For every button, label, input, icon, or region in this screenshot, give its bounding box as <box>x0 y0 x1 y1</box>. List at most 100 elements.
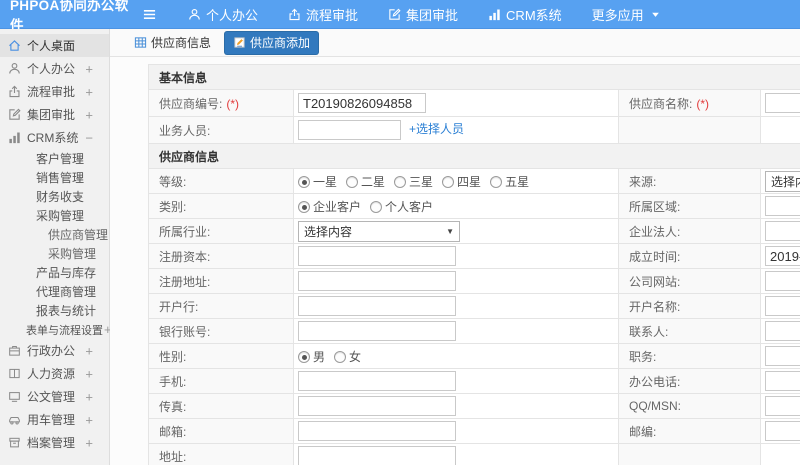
region-input[interactable] <box>765 196 800 216</box>
nav-item-label: 流程审批 <box>306 7 359 23</box>
office-phone-input[interactable] <box>765 371 800 391</box>
expander-icon[interactable]: − <box>85 130 93 145</box>
sidebar-item-label: 采购管理 <box>48 247 97 261</box>
website-input[interactable] <box>765 271 800 291</box>
menu-toggle-icon[interactable] <box>142 8 157 21</box>
sidebar-item-archive-mgmt[interactable]: 档案管理 + <box>0 431 109 454</box>
staff-input[interactable] <box>298 120 401 140</box>
sidebar-item-product-inventory[interactable]: 产品与库存 + <box>0 263 109 282</box>
level-radio-0[interactable]: 一星 <box>298 175 337 189</box>
choose-staff-link[interactable]: +选择人员 <box>409 122 464 136</box>
gender-radio-0[interactable]: 男 <box>298 350 325 364</box>
nav-item-label: 更多应用 <box>591 7 644 23</box>
sidebar-item-label: 产品与库存 <box>36 266 97 280</box>
expander-icon[interactable]: + <box>85 84 93 99</box>
sidebar-item-supplier-mgmt[interactable]: 供应商管理 <box>0 225 109 244</box>
position-input[interactable] <box>765 346 800 366</box>
sidebar-item-label: 行政办公 <box>27 344 76 358</box>
category-radio-0[interactable]: 企业客户 <box>298 200 361 214</box>
sidebar-item-group-approval[interactable]: 集团审批 + <box>0 103 109 126</box>
caret-down-icon: ▼ <box>446 226 454 236</box>
form-row: 等级: 一星二星三星四星五星 来源:选择内容▼ <box>148 168 800 194</box>
expander-icon[interactable]: + <box>75 284 83 299</box>
source-select[interactable]: 选择内容▼ <box>765 170 800 192</box>
field-label: 手机: <box>148 368 294 394</box>
address-input[interactable] <box>298 446 456 465</box>
sidebar-item-sales-mgmt[interactable]: 销售管理 + <box>0 168 109 187</box>
bank-account-input[interactable] <box>298 321 456 341</box>
level-radio-2[interactable]: 三星 <box>394 175 433 189</box>
expander-icon[interactable]: + <box>85 366 93 381</box>
account-name-input[interactable] <box>765 296 800 316</box>
category-radio-1[interactable]: 个人客户 <box>370 200 433 214</box>
gender-radio-1[interactable]: 女 <box>334 350 361 364</box>
section-header: 供应商信息 <box>147 143 800 169</box>
sidebar-item-label: 人力资源 <box>27 367 76 381</box>
sidebar-item-crm-system[interactable]: CRM系统 − <box>0 126 109 149</box>
registered-capital-input[interactable] <box>298 246 456 266</box>
sidebar-item-finance[interactable]: 财务收支 + <box>0 187 109 206</box>
expander-icon[interactable]: + <box>85 343 93 358</box>
expander-icon[interactable]: + <box>85 61 93 76</box>
field-label: 所属区域: <box>618 193 761 219</box>
expander-icon[interactable]: + <box>85 412 93 427</box>
sidebar-item-document-mgmt[interactable]: 公文管理 + <box>0 385 109 408</box>
zip-code-input[interactable] <box>765 421 800 441</box>
nav-workflow-approval[interactable]: 流程审批 <box>273 0 373 29</box>
supplier-code-input[interactable] <box>298 93 426 113</box>
expander-icon[interactable]: + <box>85 435 93 450</box>
tab-supplier-info[interactable]: 供应商信息 <box>132 32 213 54</box>
field-label: 成立时间: <box>618 243 761 269</box>
mobile-input[interactable] <box>298 371 456 391</box>
sidebar-item-admin-office[interactable]: 行政办公 + <box>0 339 109 362</box>
tab-supplier-add[interactable]: 供应商添加 <box>225 31 319 54</box>
nav-group-approval[interactable]: 集团审批 <box>373 0 473 29</box>
nav-personal-office[interactable]: 个人办公 <box>173 0 273 29</box>
edit-square-icon <box>388 8 401 21</box>
contact-person-input[interactable] <box>765 321 800 341</box>
level-radio-4[interactable]: 五星 <box>490 175 529 189</box>
radio-icon <box>490 175 503 188</box>
tab-label: 供应商添加 <box>250 36 311 50</box>
content-area: 供应商信息 供应商添加 基本信息供应商编号:(*) 供应商名称:(*) 业务人员: +选… <box>110 29 800 465</box>
sidebar-item-label: CRM系统 <box>27 131 79 145</box>
expander-icon[interactable]: + <box>75 265 83 280</box>
expander-icon[interactable]: + <box>85 389 93 404</box>
sidebar-item-personal-desktop[interactable]: 个人桌面 <box>0 34 109 57</box>
fax-input[interactable] <box>298 396 456 416</box>
expander-icon[interactable]: + <box>75 189 83 204</box>
legal-person-input[interactable] <box>765 221 800 241</box>
sidebar-item-reports-stats[interactable]: 报表与统计 <box>0 301 109 320</box>
sidebar-item-agent-mgmt[interactable]: 代理商管理 + <box>0 282 109 301</box>
level-radio-3[interactable]: 四星 <box>442 175 481 189</box>
sidebar-item-workflow-approval[interactable]: 流程审批 + <box>0 80 109 103</box>
expander-icon[interactable]: − <box>75 208 83 223</box>
sidebar-item-procurement[interactable]: 采购管理 <box>0 244 109 263</box>
expander-icon[interactable]: + <box>85 107 93 122</box>
expander-icon[interactable]: + <box>75 151 83 166</box>
nav-more-apps[interactable]: 更多应用 <box>577 0 675 29</box>
sidebar-item-form-flow-settings[interactable]: 表单与流程设置 + <box>0 320 112 339</box>
supplier-name-input[interactable] <box>765 93 800 113</box>
bank-name-input[interactable] <box>298 296 456 316</box>
sidebar-item-purchase-mgmt[interactable]: 采购管理 − <box>0 206 109 225</box>
sidebar-item-human-resources[interactable]: 人力资源 + <box>0 362 109 385</box>
email-input[interactable] <box>298 421 456 441</box>
table-grid-icon <box>134 36 147 49</box>
level-radio-1[interactable]: 二星 <box>346 175 385 189</box>
field-label: 开户名称: <box>618 293 761 319</box>
field-label <box>618 443 761 465</box>
registered-address-input[interactable] <box>298 271 456 291</box>
industry-select[interactable]: 选择内容 ▼ <box>298 220 460 242</box>
radio-icon <box>370 200 383 213</box>
sidebar-item-label: 流程审批 <box>27 85 76 99</box>
bar-chart-icon <box>8 131 21 144</box>
founded-date-input[interactable] <box>765 246 800 266</box>
sidebar-item-customer-mgmt[interactable]: 客户管理 + <box>0 149 109 168</box>
nav-crm-system[interactable]: CRM系统 <box>473 0 577 29</box>
expander-icon[interactable]: + <box>75 170 83 185</box>
sidebar-item-personal-office[interactable]: 个人办公 + <box>0 57 109 80</box>
form-row: 传真: QQ/MSN: <box>148 393 800 419</box>
qq-msn-input[interactable] <box>765 396 800 416</box>
sidebar-item-vehicle-mgmt[interactable]: 用车管理 + <box>0 408 109 431</box>
